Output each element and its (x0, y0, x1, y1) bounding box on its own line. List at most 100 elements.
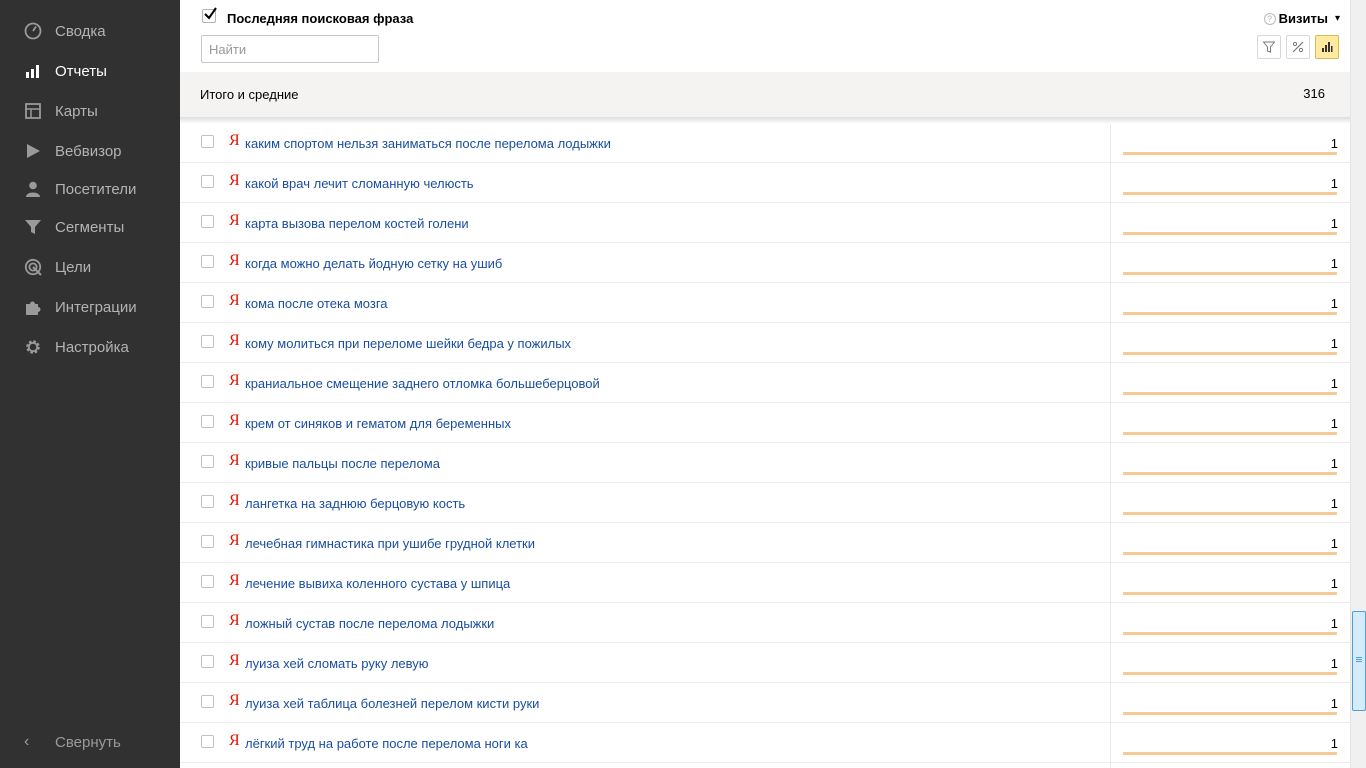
search-phrase-link[interactable]: карта вызова перелом костей голени (245, 216, 469, 231)
row-checkbox[interactable] (201, 175, 214, 188)
row-checkbox[interactable] (201, 735, 214, 748)
nav-item-label: Вебвизор (55, 142, 122, 160)
bar-chart-icon (1322, 42, 1333, 52)
percent-button[interactable] (1286, 35, 1310, 59)
scrollbar-thumb[interactable] (1352, 611, 1366, 711)
gear-icon (23, 337, 43, 357)
row-checkbox[interactable] (201, 335, 214, 348)
row-checkbox[interactable] (201, 655, 214, 668)
dimension-checkbox[interactable] (202, 7, 217, 23)
search-phrase-link[interactable]: лангетка на заднюю берцовую кость (245, 496, 465, 511)
nav-item-summary[interactable]: Сводка (0, 11, 180, 51)
search-phrase-link[interactable]: когда можно делать йодную сетку на ушиб (245, 256, 502, 271)
yandex-logo-icon: Я (229, 332, 240, 349)
nav-item-segments[interactable]: Сегменты (0, 207, 180, 247)
nav-item-reports[interactable]: Отчеты (0, 51, 180, 91)
yandex-logo-icon: Я (229, 212, 240, 229)
filter-icon (1263, 41, 1275, 53)
search-phrase-link[interactable]: кривые пальцы после перелома (245, 456, 440, 471)
search-phrase-link[interactable]: луиза хей таблица болезней перелом кисти… (245, 696, 539, 711)
row-checkbox[interactable] (201, 215, 214, 228)
target-icon (23, 257, 43, 277)
table-row: Якома после отека мозга 1 (180, 283, 1350, 323)
yandex-logo-icon: Я (229, 692, 240, 709)
visits-bar (1123, 472, 1337, 475)
row-checkbox[interactable] (201, 455, 214, 468)
person-icon (23, 179, 43, 199)
yandex-logo-icon: Я (229, 732, 240, 749)
totals-value: 316 (1303, 86, 1325, 101)
visits-value: 1 (1330, 176, 1338, 191)
filter-button[interactable] (1257, 35, 1281, 59)
chevron-down-icon: ▾ (1334, 13, 1340, 24)
row-checkbox[interactable] (201, 295, 214, 308)
nav-item-label: Отчеты (55, 62, 107, 80)
visits-bar (1123, 152, 1337, 155)
table-row: Якарта вызова перелом костей голени 1 (180, 203, 1350, 243)
visits-value: 1 (1330, 216, 1338, 231)
bars-button[interactable] (1315, 35, 1339, 59)
yandex-logo-icon: Я (229, 612, 240, 629)
visits-value: 1 (1330, 136, 1338, 151)
search-phrase-link[interactable]: луиза хей сломать руку левую (245, 656, 429, 671)
visits-bar (1123, 592, 1337, 595)
table-row: Ялангетка на заднюю берцовую кость 1 (180, 483, 1350, 523)
funnel-icon (23, 217, 43, 237)
visits-value: 1 (1330, 696, 1338, 711)
row-checkbox[interactable] (201, 375, 214, 388)
row-checkbox[interactable] (201, 535, 214, 548)
search-phrase-link[interactable]: ложный сустав после перелома лодыжки (245, 616, 494, 631)
bar-chart-icon (23, 61, 43, 81)
row-checkbox[interactable] (201, 615, 214, 628)
search-input[interactable] (201, 35, 379, 63)
search-phrase-link[interactable]: лёгкий труд на работе после перелома ног… (245, 736, 528, 751)
help-icon[interactable]: ? (1263, 12, 1276, 25)
table-row: Ялечебная гимнастика при ушибе грудной к… (180, 523, 1350, 563)
metric-selector[interactable]: ? Визиты ▾ (1263, 11, 1340, 26)
visits-value: 1 (1330, 656, 1338, 671)
visits-bar (1123, 552, 1337, 555)
visits-value: 1 (1330, 536, 1338, 551)
dimension-title: Последняя поисковая фраза (227, 11, 414, 26)
row-checkbox[interactable] (201, 415, 214, 428)
search-phrase-link[interactable]: кому молиться при переломе шейки бедра у… (245, 336, 571, 351)
nav-item-settings[interactable]: Настройка (0, 327, 180, 367)
search-phrase-link[interactable]: крем от синяков и гематом для беременных (245, 416, 511, 431)
nav-item-webvisor[interactable]: Вебвизор (0, 131, 180, 171)
nav-item-label: Сегменты (55, 218, 125, 236)
row-checkbox[interactable] (201, 695, 214, 708)
nav-item-label: Интеграции (55, 298, 137, 316)
table-row: Якривые пальцы после перелома 1 (180, 443, 1350, 483)
visits-bar (1123, 432, 1337, 435)
yandex-logo-icon: Я (229, 412, 240, 429)
visits-value: 1 (1330, 256, 1338, 271)
row-checkbox[interactable] (201, 135, 214, 148)
nav-item-maps[interactable]: Карты (0, 91, 180, 131)
checkmark-icon (204, 7, 217, 20)
search-phrase-link[interactable]: какой врач лечит сломанную челюсть (245, 176, 474, 191)
search-phrase-link[interactable]: лечебная гимнастика при ушибе грудной кл… (245, 536, 535, 551)
row-checkbox[interactable] (201, 575, 214, 588)
vertical-scrollbar[interactable] (1350, 0, 1366, 768)
table-row: Ялечение вывиха коленного сустава у шпиц… (180, 563, 1350, 603)
search-phrase-link[interactable]: лечение вывиха коленного сустава у шпица (245, 576, 510, 591)
report-table: Последняя поисковая фраза ? Визиты ▾ Ито… (180, 0, 1350, 768)
row-checkbox[interactable] (201, 495, 214, 508)
search-phrase-link[interactable]: кома после отека мозга (245, 296, 388, 311)
nav-item-integrations[interactable]: Интеграции (0, 287, 180, 327)
search-phrase-link[interactable]: каким спортом нельзя заниматься после пе… (245, 136, 611, 151)
visits-bar (1123, 272, 1337, 275)
search-phrase-link[interactable]: краниальное смещение заднего отломка бол… (245, 376, 600, 391)
collapse-sidebar-button[interactable]: ‹ Свернуть (0, 722, 180, 762)
visits-bar (1123, 352, 1337, 355)
visits-bar (1123, 712, 1337, 715)
nav-item-goals[interactable]: Цели (0, 247, 180, 287)
row-checkbox[interactable] (201, 255, 214, 268)
table-row: Ялуиза хей сломать руку левую 1 (180, 643, 1350, 683)
speedometer-icon (23, 21, 43, 41)
sidebar: Сводка Отчеты Карты Вебвизор Посетители … (0, 0, 180, 768)
nav-item-visitors[interactable]: Посетители (0, 169, 180, 209)
table-row: Якрем от синяков и гематом для беременны… (180, 403, 1350, 443)
visits-value: 1 (1330, 376, 1338, 391)
percent-icon (1292, 41, 1304, 53)
